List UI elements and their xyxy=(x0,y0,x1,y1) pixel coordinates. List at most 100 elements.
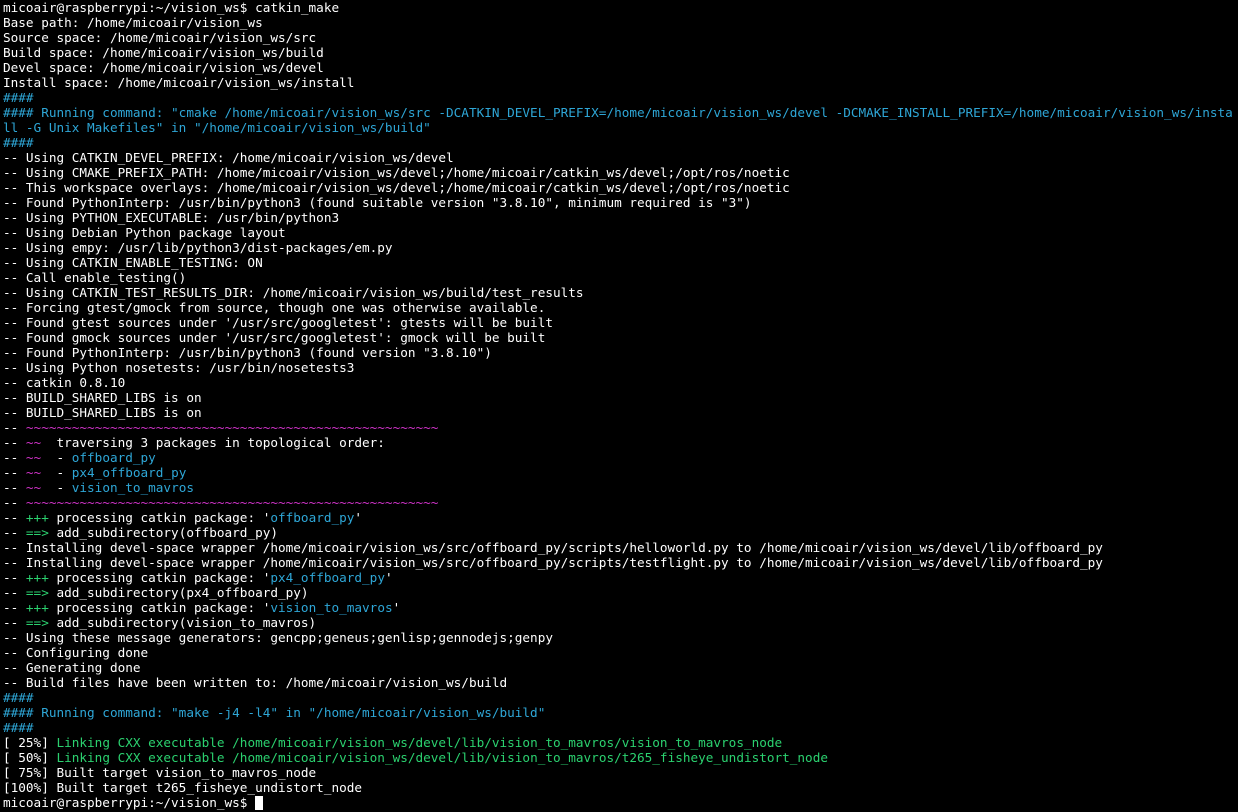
terminal-line: -- Installing devel-space wrapper /home/… xyxy=(3,555,1238,570)
terminal-line: -- Found gtest sources under '/usr/src/g… xyxy=(3,315,1238,330)
terminal-line: #### xyxy=(3,90,1238,105)
terminal-text: offboard_py xyxy=(71,450,156,465)
terminal-line: [ 75%] Built target vision_to_mavros_nod… xyxy=(3,765,1238,780)
terminal-line: [100%] Built target t265_fisheye_undisto… xyxy=(3,780,1238,795)
terminal-text: add_subdirectory(offboard_py) xyxy=(48,525,278,540)
terminal-text: processing catkin package: ' xyxy=(48,600,271,615)
terminal-text: ==> xyxy=(25,525,49,540)
terminal-line: -- ~~ traversing 3 packages in topologic… xyxy=(3,435,1238,450)
terminal-text: ~~~~~~~~~~~~~~~~~~~~~~~~~~~~~~~~~~~~~~~~… xyxy=(25,420,439,435)
terminal-text: vision_to_mavros xyxy=(71,480,194,495)
terminal-text: ~~ xyxy=(25,480,42,495)
terminal-text: -- Using CMAKE_PREFIX_PATH: /home/micoai… xyxy=(3,165,790,180)
terminal-line: -- ~~~~~~~~~~~~~~~~~~~~~~~~~~~~~~~~~~~~~… xyxy=(3,495,1238,510)
terminal-text: [ 25%] xyxy=(3,735,57,750)
terminal-line: -- BUILD_SHARED_LIBS is on xyxy=(3,390,1238,405)
terminal-text: [100%] Built target t265_fisheye_undisto… xyxy=(3,780,363,795)
terminal-text: ' xyxy=(384,570,393,585)
terminal-text: -- Using CATKIN_ENABLE_TESTING: ON xyxy=(3,255,263,270)
terminal-text: -- Installing devel-space wrapper /home/… xyxy=(3,555,1103,570)
terminal-window[interactable]: micoair@raspberrypi:~/vision_ws$ catkin_… xyxy=(0,0,1238,812)
terminal-text: -- Found PythonInterp: /usr/bin/python3 … xyxy=(3,195,752,210)
terminal-text: #### Running command: "cmake /home/micoa… xyxy=(3,105,1233,135)
terminal-text: #### xyxy=(3,135,34,150)
terminal-text: #### xyxy=(3,720,34,735)
terminal-line: -- Build files have been written to: /ho… xyxy=(3,675,1238,690)
terminal-line: -- catkin 0.8.10 xyxy=(3,375,1238,390)
terminal-text: -- xyxy=(3,495,26,510)
terminal-text: -- Generating done xyxy=(3,660,141,675)
terminal-text: px4_offboard_py xyxy=(270,570,385,585)
terminal-line: #### xyxy=(3,690,1238,705)
terminal-text: ~~ xyxy=(25,465,42,480)
terminal-text: -- Found gtest sources under '/usr/src/g… xyxy=(3,315,553,330)
terminal-text: -- Call enable_testing() xyxy=(3,270,187,285)
terminal-line: [ 50%] Linking CXX executable /home/mico… xyxy=(3,750,1238,765)
terminal-text: Install space: /home/micoair/vision_ws/i… xyxy=(3,75,355,90)
terminal-text: Source space: /home/micoair/vision_ws/sr… xyxy=(3,30,317,45)
terminal-line: -- +++ processing catkin package: 'visio… xyxy=(3,600,1238,615)
terminal-line: micoair@raspberrypi:~/vision_ws$ xyxy=(3,795,1238,810)
terminal-text: +++ xyxy=(25,510,49,525)
terminal-text: micoair@raspberrypi:~/vision_ws$ catkin_… xyxy=(3,0,340,15)
terminal-line: [ 25%] Linking CXX executable /home/mico… xyxy=(3,735,1238,750)
terminal-line: -- Using these message generators: gencp… xyxy=(3,630,1238,645)
terminal-text: -- xyxy=(3,615,26,630)
terminal-text: processing catkin package: ' xyxy=(48,570,271,585)
terminal-line: #### xyxy=(3,135,1238,150)
terminal-text: -- xyxy=(3,420,26,435)
terminal-text: Base path: /home/micoair/vision_ws xyxy=(3,15,263,30)
terminal-text: -- Using Python nosetests: /usr/bin/nose… xyxy=(3,360,355,375)
terminal-line: #### xyxy=(3,720,1238,735)
terminal-text: traversing 3 packages in topological ord… xyxy=(41,435,385,450)
terminal-text: px4_offboard_py xyxy=(71,465,187,480)
terminal-text: -- Using Debian Python package layout xyxy=(3,225,286,240)
terminal-line: -- ==> add_subdirectory(offboard_py) xyxy=(3,525,1238,540)
terminal-text: add_subdirectory(px4_offboard_py) xyxy=(48,585,309,600)
terminal-text: [ 50%] xyxy=(3,750,57,765)
terminal-line: -- Using CMAKE_PREFIX_PATH: /home/micoai… xyxy=(3,165,1238,180)
terminal-text: Linking CXX executable /home/micoair/vis… xyxy=(56,735,783,750)
terminal-line: -- ==> add_subdirectory(vision_to_mavros… xyxy=(3,615,1238,630)
terminal-text: -- Using these message generators: gencp… xyxy=(3,630,553,645)
terminal-text: #### xyxy=(3,90,34,105)
terminal-text: -- Configuring done xyxy=(3,645,149,660)
terminal-cursor xyxy=(255,796,264,810)
terminal-text: -- xyxy=(3,480,26,495)
terminal-text: -- xyxy=(3,600,26,615)
terminal-line: -- ==> add_subdirectory(px4_offboard_py) xyxy=(3,585,1238,600)
terminal-line: Base path: /home/micoair/vision_ws xyxy=(3,15,1238,30)
terminal-text: -- xyxy=(3,510,26,525)
terminal-line: micoair@raspberrypi:~/vision_ws$ catkin_… xyxy=(3,0,1238,15)
terminal-text: -- xyxy=(3,435,26,450)
terminal-text: -- xyxy=(3,525,26,540)
terminal-text: - xyxy=(41,450,72,465)
terminal-text: micoair@raspberrypi:~/vision_ws$ xyxy=(3,795,256,810)
terminal-text: -- xyxy=(3,585,26,600)
terminal-line: -- Configuring done xyxy=(3,645,1238,660)
terminal-text: [ 75%] Built target vision_to_mavros_nod… xyxy=(3,765,317,780)
terminal-text: vision_to_mavros xyxy=(270,600,393,615)
terminal-text: add_subdirectory(vision_to_mavros) xyxy=(48,615,317,630)
terminal-text: +++ xyxy=(25,600,49,615)
terminal-text: -- xyxy=(3,465,26,480)
terminal-text: -- Found PythonInterp: /usr/bin/python3 … xyxy=(3,345,492,360)
terminal-line: -- Using PYTHON_EXECUTABLE: /usr/bin/pyt… xyxy=(3,210,1238,225)
terminal-line: -- ~~~~~~~~~~~~~~~~~~~~~~~~~~~~~~~~~~~~~… xyxy=(3,420,1238,435)
terminal-text: +++ xyxy=(25,570,49,585)
terminal-text: -- This workspace overlays: /home/micoai… xyxy=(3,180,790,195)
terminal-text: ~~~~~~~~~~~~~~~~~~~~~~~~~~~~~~~~~~~~~~~~… xyxy=(25,495,439,510)
terminal-text: ==> xyxy=(25,585,49,600)
terminal-text: offboard_py xyxy=(270,510,355,525)
terminal-text: -- catkin 0.8.10 xyxy=(3,375,126,390)
terminal-text: -- Using empy: /usr/lib/python3/dist-pac… xyxy=(3,240,393,255)
terminal-text: -- xyxy=(3,450,26,465)
terminal-text: ==> xyxy=(25,615,49,630)
terminal-line: -- Found PythonInterp: /usr/bin/python3 … xyxy=(3,195,1238,210)
terminal-line: -- This workspace overlays: /home/micoai… xyxy=(3,180,1238,195)
terminal-text: ~~ xyxy=(25,450,42,465)
terminal-line: -- Using CATKIN_TEST_RESULTS_DIR: /home/… xyxy=(3,285,1238,300)
terminal-line: -- ~~ - vision_to_mavros xyxy=(3,480,1238,495)
terminal-text: Build space: /home/micoair/vision_ws/bui… xyxy=(3,45,324,60)
terminal-text: #### xyxy=(3,690,34,705)
